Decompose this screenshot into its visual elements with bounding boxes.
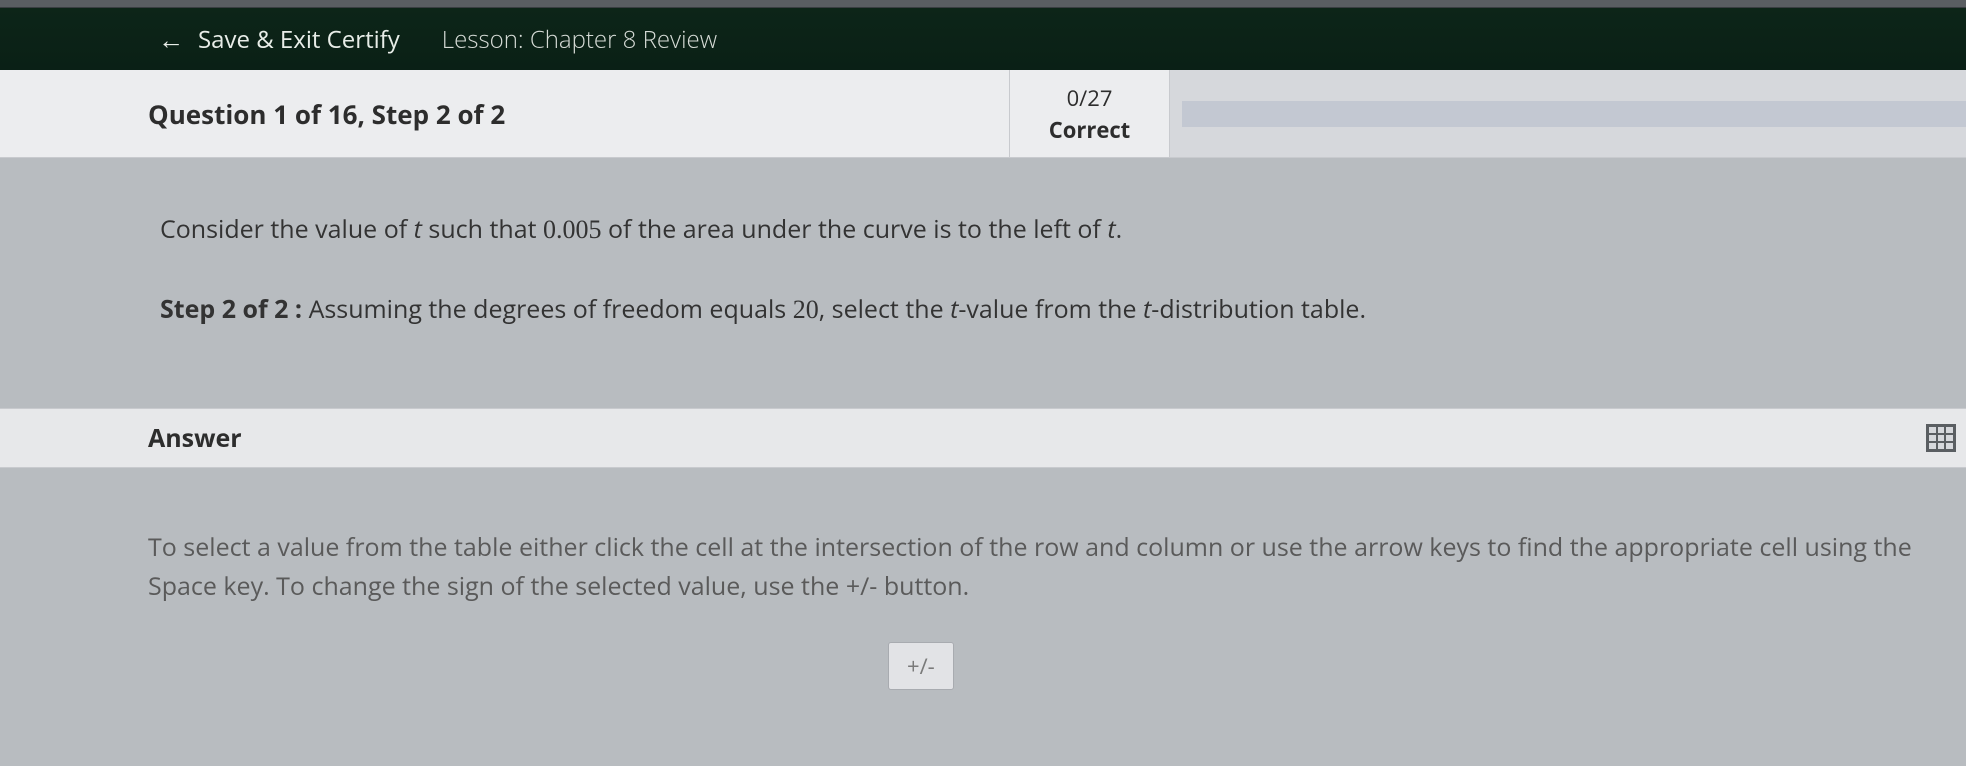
step-num: 20 [793, 295, 819, 324]
prompt-num: 0.005 [543, 215, 602, 244]
instruction-text: To select a value from the table either … [148, 528, 1956, 606]
score-value: 0/27 [1067, 83, 1113, 113]
step-text: Step 2 of 2 : Assuming the degrees of fr… [160, 290, 1966, 330]
prompt-pre: Consider the value of [160, 212, 414, 246]
save-exit-link[interactable]: Save & Exit Certify [198, 23, 400, 56]
prompt-var-t1: t [414, 212, 422, 246]
correct-label: Correct [1049, 115, 1130, 145]
table-icon[interactable] [1926, 424, 1956, 452]
step-end: -distribution table. [1151, 292, 1366, 326]
lesson-title: Lesson: Chapter 8 Review [442, 23, 717, 56]
prompt-text: Consider the value of t such that 0.005 … [160, 210, 1966, 250]
sign-toggle-button[interactable]: +/- [888, 642, 954, 690]
progress-area [1170, 70, 1966, 157]
step-label: Step 2 of 2 : [160, 292, 302, 326]
instruction-block: To select a value from the table either … [0, 468, 1966, 690]
prompt-var-t2: t [1107, 212, 1115, 246]
question-body: Consider the value of t such that 0.005 … [0, 158, 1966, 408]
content-wrap: Question 1 of 16, Step 2 of 2 0/27 Corre… [0, 70, 1966, 690]
back-arrow-icon[interactable]: ← [158, 26, 184, 52]
top-bar: ← Save & Exit Certify Lesson: Chapter 8 … [0, 8, 1966, 70]
score-box: 0/27 Correct [1010, 70, 1170, 157]
step-mid2: -value from the [958, 292, 1143, 326]
prompt-end: . [1116, 212, 1123, 246]
step-mid: , select the [819, 292, 950, 326]
answer-bar: Answer [0, 408, 1966, 468]
question-title: Question 1 of 16, Step 2 of 2 [0, 70, 1010, 157]
answer-label: Answer [148, 421, 242, 455]
window-frame [0, 0, 1966, 8]
prompt-mid1: such that [422, 212, 543, 246]
question-header: Question 1 of 16, Step 2 of 2 0/27 Corre… [0, 70, 1966, 158]
progress-bar [1182, 101, 1966, 127]
prompt-mid2: of the area under the curve is to the le… [602, 212, 1108, 246]
step-pre: Assuming the degrees of freedom equals [302, 292, 793, 326]
